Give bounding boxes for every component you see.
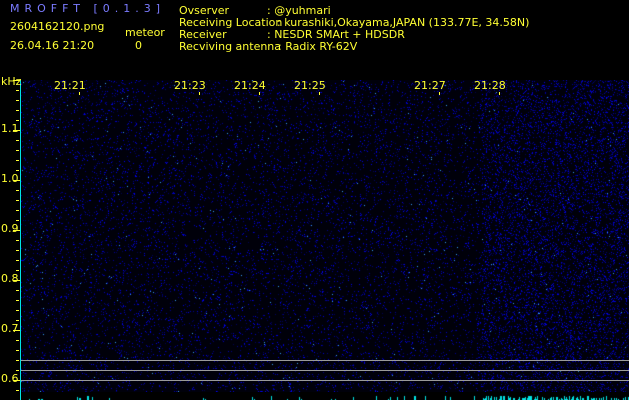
time-tick	[439, 92, 440, 95]
antenna-label: Recviving antenna	[179, 40, 282, 53]
time-tick	[499, 92, 500, 95]
time-tick	[199, 92, 200, 95]
time-label: 21:24	[234, 79, 266, 92]
minor-tick	[16, 350, 19, 351]
minor-tick	[16, 320, 19, 321]
activity-bars	[21, 392, 629, 400]
spectrogram	[21, 80, 629, 392]
filename: 2604162120.png	[10, 20, 105, 33]
minor-tick	[16, 190, 19, 191]
minor-tick	[16, 300, 19, 301]
minor-tick	[16, 120, 19, 121]
minor-tick	[16, 340, 19, 341]
minor-tick	[16, 310, 19, 311]
minor-tick	[16, 100, 19, 101]
minor-tick	[16, 150, 19, 151]
time-label: 21:23	[174, 79, 206, 92]
minor-tick	[16, 250, 19, 251]
start-datetime: 26.04.16 21:20	[10, 39, 95, 52]
freq-label: 0.9	[1, 222, 19, 235]
minor-tick	[16, 90, 19, 91]
guide-line	[21, 380, 629, 381]
meteor-label: meteor	[125, 26, 165, 39]
minor-tick	[16, 160, 19, 161]
minor-tick	[16, 290, 19, 291]
app-title: MROFFT [0.1.3]	[10, 2, 166, 15]
minor-tick	[16, 200, 19, 201]
minor-tick	[16, 240, 19, 241]
freq-label: 1.1	[1, 122, 19, 135]
guide-line	[21, 360, 629, 361]
time-label: 21:28	[474, 79, 506, 92]
guide-line	[21, 370, 629, 371]
time-label: 21:25	[294, 79, 326, 92]
time-label: 21:21	[54, 79, 86, 92]
minor-tick	[16, 270, 19, 271]
frequency-axis-line	[20, 80, 21, 400]
axis-unit: kHz	[1, 75, 22, 88]
time-label: 21:27	[414, 79, 446, 92]
freq-label: 0.7	[1, 322, 19, 335]
time-tick	[259, 92, 260, 95]
minor-tick	[16, 370, 19, 371]
freq-label: 0.6	[1, 372, 19, 385]
minor-tick	[16, 220, 19, 221]
time-tick	[319, 92, 320, 95]
minor-tick	[16, 360, 19, 361]
minor-tick	[16, 260, 19, 261]
freq-label: 0.8	[1, 272, 19, 285]
meteor-count: 0	[135, 39, 142, 52]
major-tick	[13, 80, 20, 81]
minor-tick	[16, 140, 19, 141]
time-tick	[79, 92, 80, 95]
minor-tick	[16, 390, 19, 391]
minor-tick	[16, 170, 19, 171]
freq-label: 1.0	[1, 172, 19, 185]
minor-tick	[16, 110, 19, 111]
antenna-value: : Radix RY-62V	[278, 40, 358, 53]
minor-tick	[16, 210, 19, 211]
